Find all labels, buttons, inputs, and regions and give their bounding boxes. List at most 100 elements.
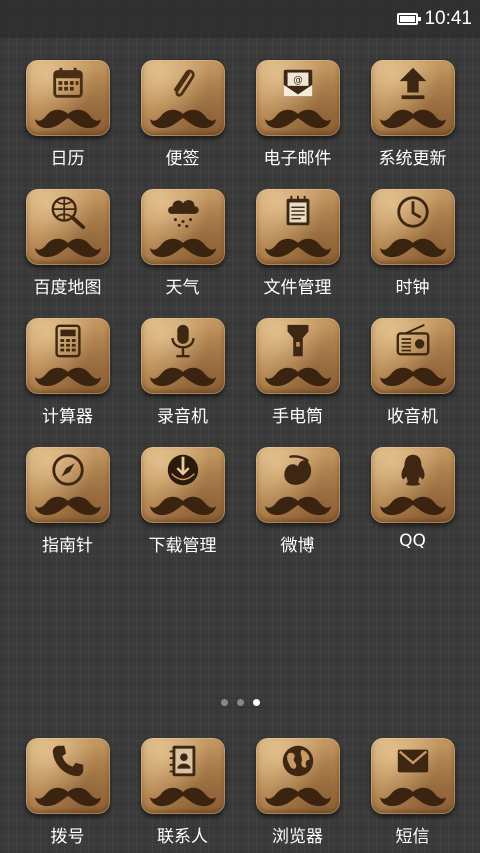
calendar-icon xyxy=(52,67,83,98)
phone-icon xyxy=(52,745,83,777)
dock-app-messages[interactable]: 短信 xyxy=(355,738,470,847)
app-label: 手电筒 xyxy=(272,407,323,427)
app-tile[interactable] xyxy=(140,447,225,523)
app-tile[interactable] xyxy=(370,318,455,394)
app-label: 日历 xyxy=(50,149,85,169)
calculator-icon xyxy=(54,324,81,358)
weibo-icon xyxy=(283,455,311,485)
app-weibo[interactable]: 微博 xyxy=(240,447,355,576)
notepad-icon xyxy=(286,195,309,226)
app-baidu-map[interactable]: 百度地图 xyxy=(10,189,125,318)
mustache-icon xyxy=(264,109,331,129)
status-clock: 10:41 xyxy=(424,8,472,29)
page-dot-3-active[interactable] xyxy=(252,699,260,706)
app-tile[interactable] xyxy=(25,318,110,394)
mustache-icon xyxy=(264,787,331,807)
app-tile[interactable] xyxy=(370,447,455,523)
mustache-icon xyxy=(34,109,101,129)
mustache-icon xyxy=(34,367,101,387)
app-tile[interactable] xyxy=(255,189,340,265)
app-label: 浏览器 xyxy=(272,827,323,847)
app-label: 拨号 xyxy=(50,827,85,847)
app-label: 录音机 xyxy=(157,407,208,427)
app-grid: 日历 便签 @ 电子邮件 系统更新 百度地图 天气 文件管理 时钟 计算器 录音… xyxy=(10,60,470,576)
mustache-icon xyxy=(34,496,101,516)
qq-penguin-icon xyxy=(400,454,425,486)
app-email[interactable]: @ 电子邮件 xyxy=(240,60,355,189)
app-tile[interactable] xyxy=(255,318,340,394)
clock-icon xyxy=(396,196,429,228)
app-calendar[interactable]: 日历 xyxy=(10,60,125,189)
mustache-icon xyxy=(34,787,101,807)
app-tile[interactable] xyxy=(25,60,110,136)
microphone-icon xyxy=(170,324,195,358)
mustache-icon xyxy=(379,238,446,258)
mustache-icon xyxy=(149,238,216,258)
upload-arrow-icon xyxy=(399,67,426,100)
app-tile[interactable] xyxy=(25,189,110,265)
page-indicator[interactable] xyxy=(0,699,480,706)
mustache-icon xyxy=(379,787,446,807)
app-tile[interactable] xyxy=(370,738,455,814)
app-tile[interactable] xyxy=(25,738,110,814)
app-label: 联系人 xyxy=(157,827,208,847)
app-label: 时钟 xyxy=(395,278,430,298)
app-calculator[interactable]: 计算器 xyxy=(10,318,125,447)
app-label: QQ xyxy=(399,531,426,551)
app-label: 指南针 xyxy=(42,536,93,556)
app-tile[interactable] xyxy=(140,318,225,394)
app-tile[interactable] xyxy=(140,60,225,136)
flashlight-icon xyxy=(287,324,308,357)
app-tile[interactable] xyxy=(255,447,340,523)
mustache-icon xyxy=(264,496,331,516)
app-label: 短信 xyxy=(395,827,430,847)
page-dot-1[interactable] xyxy=(220,699,228,706)
app-label: 系统更新 xyxy=(378,149,447,169)
app-tile[interactable] xyxy=(140,738,225,814)
app-label: 计算器 xyxy=(42,407,93,427)
app-flashlight[interactable]: 手电筒 xyxy=(240,318,355,447)
app-tile[interactable] xyxy=(255,738,340,814)
download-icon xyxy=(167,454,198,486)
app-file-manager[interactable]: 文件管理 xyxy=(240,189,355,318)
app-radio[interactable]: 收音机 xyxy=(355,318,470,447)
app-system-update[interactable]: 系统更新 xyxy=(355,60,470,189)
envelope-icon xyxy=(397,749,428,773)
app-tile[interactable] xyxy=(25,447,110,523)
mustache-icon xyxy=(149,496,216,516)
mustache-icon xyxy=(264,367,331,387)
svg-text:@: @ xyxy=(293,75,303,86)
email-icon: @ xyxy=(283,69,312,97)
mustache-icon xyxy=(264,238,331,258)
app-compass[interactable]: 指南针 xyxy=(10,447,125,576)
mustache-icon xyxy=(149,367,216,387)
app-recorder[interactable]: 录音机 xyxy=(125,318,240,447)
compass-icon xyxy=(51,454,84,486)
app-tile[interactable] xyxy=(370,60,455,136)
mustache-icon xyxy=(149,109,216,129)
dock-app-browser[interactable]: 浏览器 xyxy=(240,738,355,847)
app-notes[interactable]: 便签 xyxy=(125,60,240,189)
globe-icon xyxy=(282,745,313,777)
app-qq[interactable]: QQ xyxy=(355,447,470,576)
mustache-icon xyxy=(379,109,446,129)
app-tile[interactable]: @ xyxy=(255,60,340,136)
page-dot-2[interactable] xyxy=(236,699,244,706)
mustache-icon xyxy=(149,787,216,807)
battery-full-icon xyxy=(397,13,422,25)
app-tile[interactable] xyxy=(370,189,455,265)
mustache-icon xyxy=(34,238,101,258)
app-label: 百度地图 xyxy=(33,278,102,298)
app-tile[interactable] xyxy=(140,189,225,265)
mustache-icon xyxy=(379,496,446,516)
contacts-book-icon xyxy=(169,745,195,777)
paperclip-icon xyxy=(173,69,195,97)
mustache-icon xyxy=(379,367,446,387)
dock-app-dialer[interactable]: 拨号 xyxy=(10,738,125,847)
weather-cloud-icon xyxy=(167,200,199,228)
app-weather[interactable]: 天气 xyxy=(125,189,240,318)
globe-search-icon xyxy=(51,196,85,230)
app-download-manager[interactable]: 下载管理 xyxy=(125,447,240,576)
dock-app-contacts[interactable]: 联系人 xyxy=(125,738,240,847)
app-clock[interactable]: 时钟 xyxy=(355,189,470,318)
